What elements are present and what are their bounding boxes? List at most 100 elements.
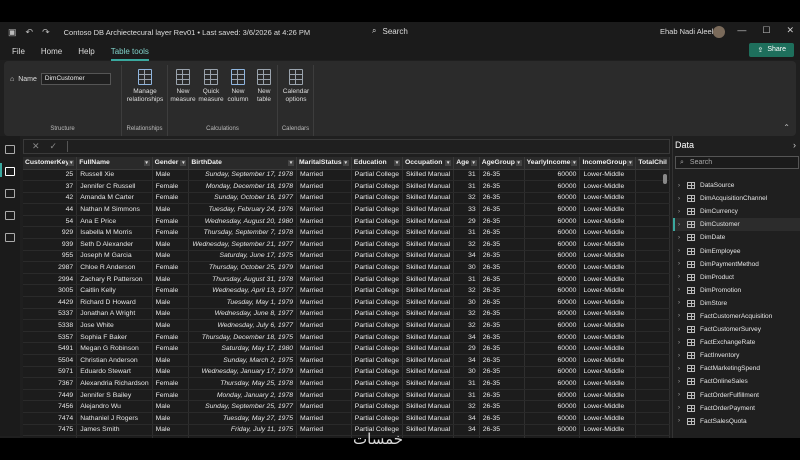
commit-formula-icon[interactable]: ✓ (50, 141, 58, 152)
table-cell[interactable]: Sunday, March 2, 1975 (188, 354, 298, 367)
table-cell[interactable]: Richard D Howard (76, 296, 153, 309)
table-cell[interactable]: Female (152, 342, 190, 355)
table-cell[interactable]: Alexandria Richardson (76, 377, 153, 390)
chevron-right-icon[interactable]: › (678, 209, 682, 215)
table-cell[interactable]: Skilled Manual (402, 203, 455, 216)
table-cell[interactable]: Married (296, 296, 352, 309)
table-cell[interactable]: Wednesday, April 13, 1977 (188, 284, 298, 298)
table-cell[interactable]: 60000 (524, 331, 581, 344)
table-cell[interactable]: Wednesday, August 20, 1980 (188, 215, 298, 228)
table-cell[interactable]: 44 (23, 203, 78, 216)
table-cell[interactable]: Married (296, 389, 352, 402)
table-cell[interactable]: 26-35 (479, 261, 525, 274)
table-cell[interactable]: Lower-Middle (579, 261, 637, 274)
column-header[interactable]: YearlyIncome ▾ (524, 157, 581, 170)
table-cell[interactable]: Skilled Manual (402, 366, 455, 379)
table-cell[interactable]: Lower-Middle (579, 435, 637, 438)
table-cell[interactable]: Female (152, 215, 190, 228)
tmdl-view-icon[interactable] (5, 233, 15, 242)
table-cell[interactable]: Skilled Manual (402, 273, 455, 286)
dax-query-view-icon[interactable] (5, 211, 15, 220)
table-cell[interactable]: Married (296, 215, 352, 228)
table-cell[interactable]: Married (296, 203, 352, 216)
table-cell[interactable]: 60000 (524, 400, 581, 413)
chevron-right-icon[interactable]: › (678, 392, 682, 398)
table-cell[interactable]: Nathaniel J Rogers (76, 412, 153, 425)
table-cell[interactable]: Lower-Middle (579, 366, 637, 379)
column-header[interactable]: TotalChil (635, 157, 670, 170)
model-view-icon[interactable] (5, 189, 15, 198)
table-cell[interactable]: Lower-Middle (579, 226, 637, 240)
table-cell[interactable]: Sunday, October 16, 1977 (188, 192, 298, 205)
table-cell[interactable]: Lower-Middle (579, 389, 637, 402)
table-cell[interactable]: Tuesday, February 24, 1976 (188, 203, 298, 216)
table-cell[interactable]: 29 (453, 342, 480, 355)
table-cell[interactable]: Lower-Middle (579, 331, 637, 344)
table-cell[interactable]: 60000 (524, 180, 581, 193)
data-pane-table-item[interactable]: › DimPaymentMethod (673, 258, 800, 271)
table-cell[interactable]: Jose White (76, 319, 153, 332)
table-row[interactable]: 2994 Zachary R Patterson Male Thursday, Aug… (23, 273, 670, 286)
table-cell[interactable]: 31 (453, 377, 480, 390)
table-cell[interactable]: Female (152, 180, 190, 193)
table-cell[interactable]: 60000 (524, 354, 581, 367)
table-cell[interactable]: 34 (453, 250, 480, 263)
table-cell[interactable]: 26-35 (479, 400, 525, 413)
chevron-right-icon[interactable]: › (678, 353, 682, 359)
table-cell[interactable]: Partial College (351, 192, 403, 205)
table-cell[interactable]: Sunday, September 25, 1977 (188, 400, 298, 413)
table-cell[interactable]: 929 (23, 226, 78, 240)
table-cell[interactable]: Seth D Alexander (76, 238, 153, 251)
table-cell[interactable]: Alejandro Wu (76, 400, 153, 413)
table-row[interactable]: 7456 Alejandro Wu Male Sunday, September 25… (23, 400, 670, 413)
table-cell[interactable]: Married (296, 273, 352, 286)
table-cell[interactable]: Partial College (351, 412, 403, 425)
table-cell[interactable]: 26-35 (479, 169, 525, 182)
column-header[interactable]: Gender ▾ (152, 157, 190, 170)
table-cell[interactable]: Male (152, 273, 190, 286)
column-filter-icon[interactable]: ▾ (68, 160, 75, 166)
table-cell[interactable]: Isabella M Morris (76, 226, 153, 240)
table-cell[interactable]: Eduardo Stewart (76, 366, 153, 379)
column-filter-icon[interactable]: ▾ (393, 160, 400, 166)
data-pane-search[interactable]: ⌕ Search (675, 156, 799, 169)
table-cell[interactable]: Partial College (351, 308, 403, 321)
table-cell[interactable]: Married (296, 180, 352, 193)
new-table-button[interactable]: New table (252, 67, 276, 104)
table-row[interactable]: 5338 Jose White Male Wednesday, July 6, 197… (23, 319, 670, 332)
table-cell[interactable]: Married (296, 412, 352, 425)
table-cell[interactable]: Partial College (351, 215, 403, 228)
table-cell[interactable]: Male (152, 400, 190, 413)
table-row[interactable]: 955 Joseph M Garcia Male Saturday, June 17,… (23, 250, 670, 263)
table-cell[interactable]: 7449 (23, 389, 78, 402)
table-cell[interactable]: Female (152, 192, 190, 205)
table-cell[interactable]: Amanda M Carter (76, 192, 153, 205)
table-cell[interactable]: Male (152, 424, 190, 437)
table-cell[interactable]: 26-35 (479, 331, 525, 344)
table-cell[interactable]: Skilled Manual (402, 424, 455, 437)
table-cell[interactable]: 26-35 (479, 250, 525, 263)
table-row[interactable]: 44 Nathan M Simmons Male Tuesday, February … (23, 203, 670, 216)
save-icon[interactable]: ▣ (8, 27, 17, 38)
table-cell[interactable]: Lower-Middle (579, 308, 637, 321)
table-cell[interactable]: 60000 (524, 238, 581, 251)
table-cell[interactable]: Ana E Price (76, 215, 153, 228)
table-cell[interactable]: Wednesday, June 8, 1977 (188, 308, 298, 321)
formula-bar[interactable]: ✕ ✓ (23, 139, 670, 154)
table-cell[interactable]: Nathan M Simmons (76, 203, 153, 216)
table-cell[interactable]: Skilled Manual (402, 319, 455, 332)
table-cell[interactable]: 5338 (23, 319, 78, 332)
table-cell[interactable]: 60000 (524, 215, 581, 228)
table-name-input[interactable]: DimCustomer (40, 73, 111, 85)
table-cell[interactable]: 60000 (524, 435, 581, 438)
data-pane-table-item[interactable]: › DimStore (673, 297, 800, 310)
table-cell[interactable]: Tuesday, May 27, 1975 (188, 412, 298, 425)
data-pane-table-item[interactable]: › FactOnlineSales (673, 375, 800, 388)
table-cell[interactable]: Male (152, 169, 190, 182)
table-cell[interactable]: 30 (453, 366, 480, 379)
avatar[interactable] (713, 26, 725, 38)
new-column-button[interactable]: New column (226, 67, 250, 104)
table-cell[interactable]: Saturday, May 17, 1980 (188, 342, 298, 355)
table-cell[interactable]: 5971 (23, 366, 78, 379)
data-pane-table-item[interactable]: › DimCurrency (673, 205, 800, 218)
